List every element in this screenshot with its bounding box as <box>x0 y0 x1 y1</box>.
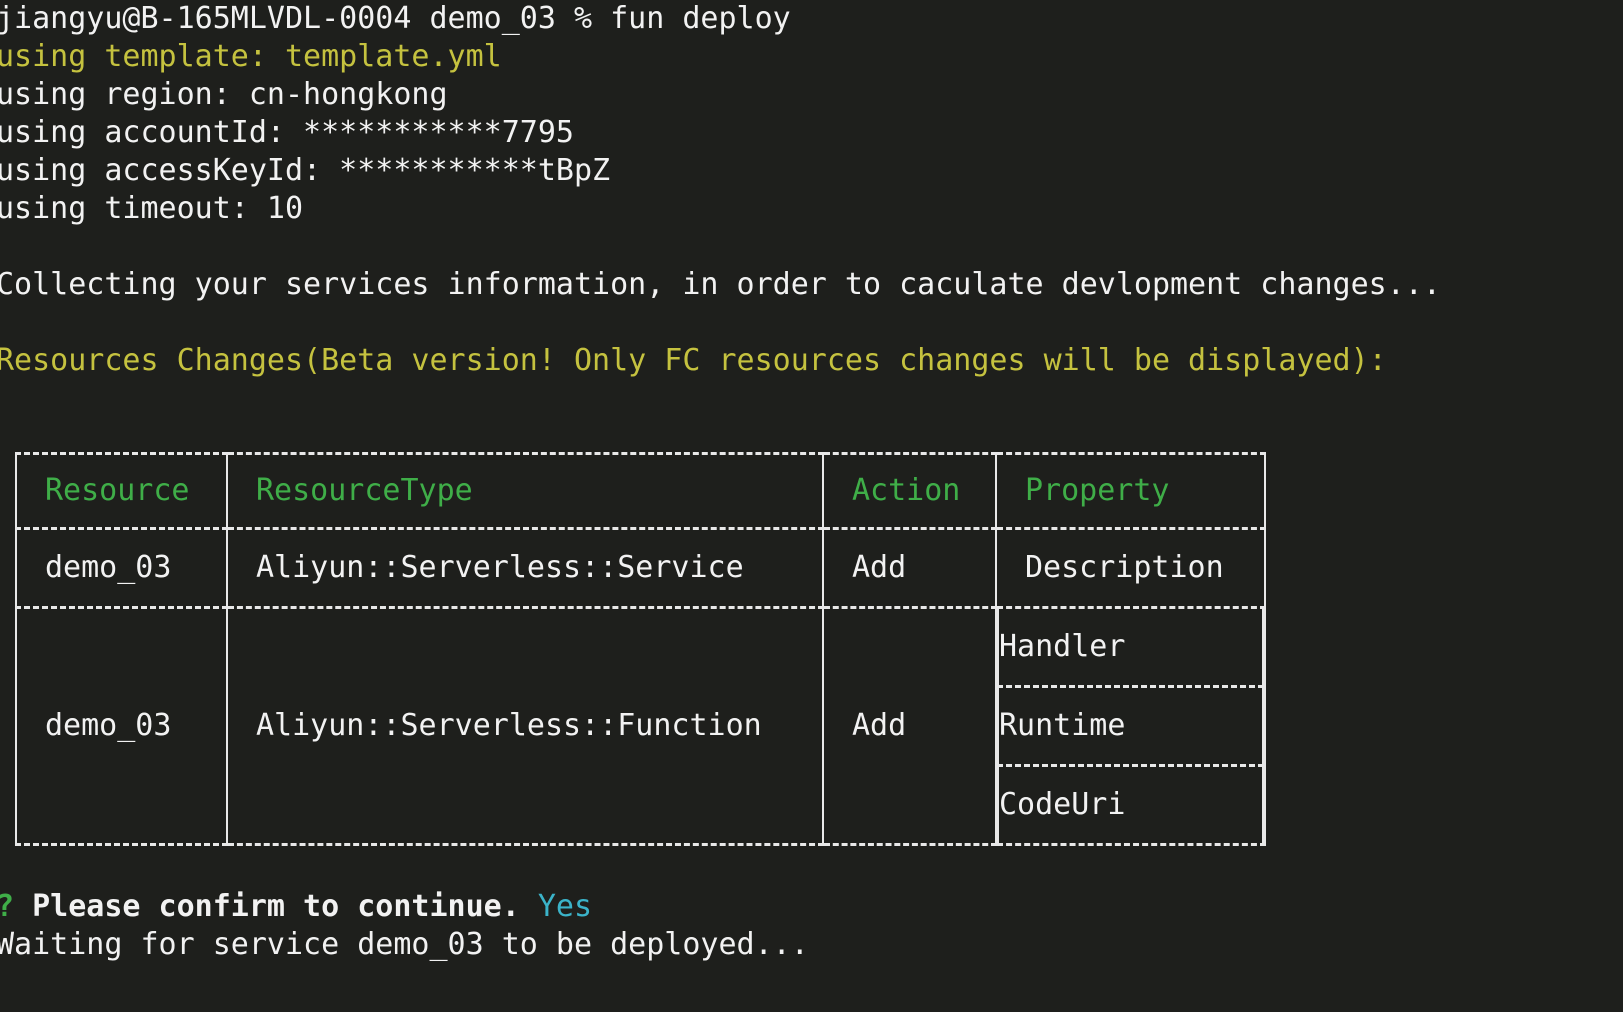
cell-action: Add <box>823 529 996 608</box>
confirm-prompt-block: ? Please confirm to continue. Yes Waitin… <box>0 888 809 964</box>
cell-property: Runtime <box>998 687 1263 766</box>
log-line-using-account-id: using accountId: ***********7795 <box>0 114 1623 152</box>
waiting-message: Waiting for service demo_03 to be deploy… <box>0 926 809 964</box>
table-header-property: Property <box>996 454 1265 529</box>
cell-resource: demo_03 <box>16 529 227 608</box>
confirm-answer-value[interactable]: Yes <box>538 889 592 924</box>
confirm-question-label: Please confirm to continue. <box>32 889 520 924</box>
cell-resource-type: Aliyun::Serverless::Function <box>227 608 823 845</box>
terminal-window: jiangyu@B-165MLVDL-0004 demo_03 % fun de… <box>0 0 1623 1012</box>
question-marker-icon: ? <box>0 889 14 924</box>
cell-resource-type: Aliyun::Serverless::Service <box>227 529 823 608</box>
resource-changes-table: Resource ResourceType Action Property de… <box>15 452 1266 846</box>
log-line-using-region: using region: cn-hongkong <box>0 76 1623 114</box>
log-line-using-access-key-id: using accessKeyId: ***********tBpZ <box>0 152 1623 190</box>
table-row: demo_03 Aliyun::Serverless::Service Add … <box>16 529 1265 608</box>
property-sublist: Handler Runtime CodeUri <box>997 609 1264 843</box>
confirm-gap <box>520 889 538 924</box>
cell-property: Description <box>996 529 1265 608</box>
cell-property: Handler <box>998 609 1263 687</box>
confirm-question-text <box>14 889 32 924</box>
cell-action: Add <box>823 608 996 845</box>
table-header-resource: Resource <box>16 454 227 529</box>
table-header-row: Resource ResourceType Action Property <box>16 454 1265 529</box>
confirm-prompt-line[interactable]: ? Please confirm to continue. Yes <box>0 888 809 926</box>
spacer-2 <box>0 304 1623 342</box>
resources-changes-heading: Resources Changes(Beta version! Only FC … <box>0 342 1623 380</box>
collecting-message: Collecting your services information, in… <box>0 266 1623 304</box>
spacer-1 <box>0 228 1623 266</box>
table-header-resource-type: ResourceType <box>227 454 823 529</box>
table-header-action: Action <box>823 454 996 529</box>
cell-property: CodeUri <box>998 766 1263 844</box>
shell-prompt-line: jiangyu@B-165MLVDL-0004 demo_03 % fun de… <box>0 0 1623 38</box>
cell-property-group: Handler Runtime CodeUri <box>996 608 1265 845</box>
cell-resource: demo_03 <box>16 608 227 845</box>
log-line-using-template: using template: template.yml <box>0 38 1623 76</box>
log-line-using-timeout: using timeout: 10 <box>0 190 1623 228</box>
table-row: demo_03 Aliyun::Serverless::Function Add… <box>16 608 1265 845</box>
